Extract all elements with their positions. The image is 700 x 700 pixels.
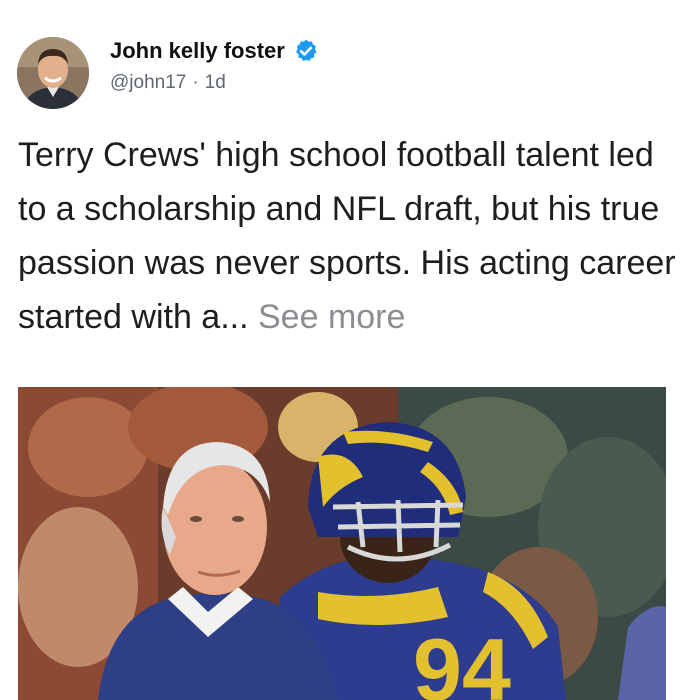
meta-separator: · [192, 72, 199, 93]
avatar-photo [17, 37, 89, 109]
see-more-link[interactable]: See more [258, 298, 405, 336]
post-text: Terry Crews' high school football talent… [18, 128, 690, 344]
post-meta: @john17 · 1d [110, 72, 226, 94]
author-name[interactable]: John kelly foster [110, 38, 285, 64]
post-header: John kelly foster [110, 38, 319, 64]
verified-check-icon [295, 39, 317, 61]
post-timestamp[interactable]: 1d [205, 72, 226, 94]
post-card: John kelly foster @john17 · 1d Terry Cre… [0, 0, 700, 700]
author-avatar[interactable] [17, 37, 89, 109]
jersey-number: 94 [413, 620, 511, 700]
football-photo: 94 [18, 387, 666, 700]
post-photo[interactable]: 94 [18, 387, 666, 700]
author-handle[interactable]: @john17 [110, 72, 186, 94]
